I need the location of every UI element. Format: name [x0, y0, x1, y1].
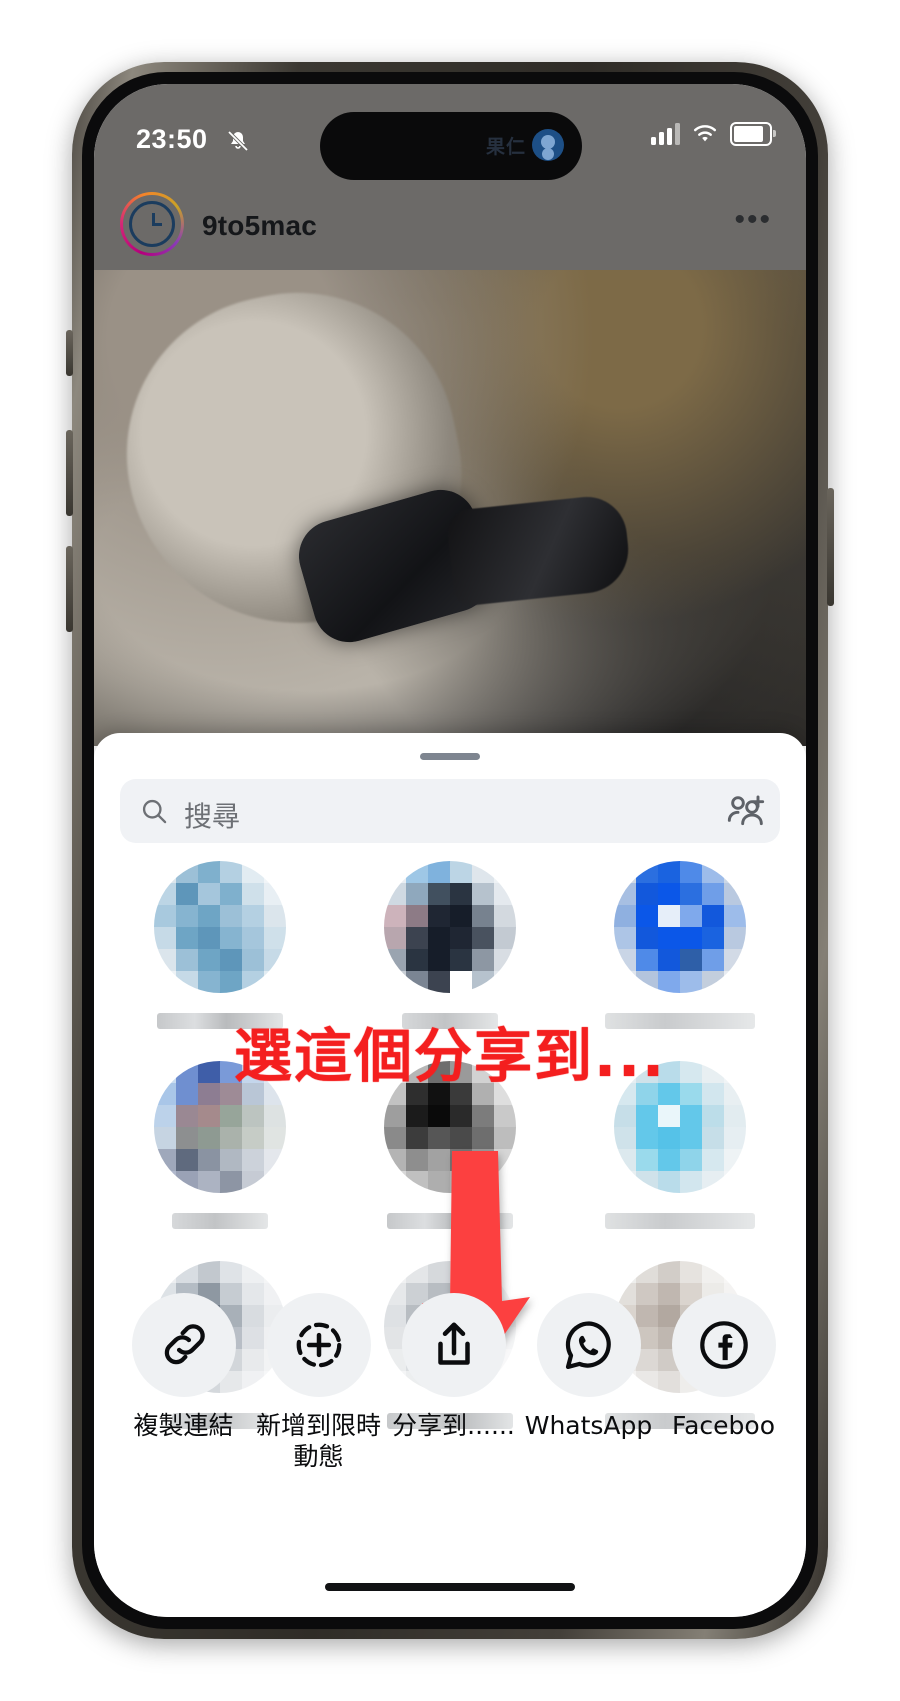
share-out-icon [437, 1322, 470, 1365]
battery-icon [730, 122, 776, 146]
volume-down-button[interactable] [66, 546, 73, 632]
facebook-icon-circle[interactable] [671, 1293, 776, 1397]
action-label: 分享到...... [392, 1411, 515, 1440]
search-input[interactable]: 搜尋 [120, 779, 780, 843]
facebook-icon [699, 1321, 748, 1369]
share-out-icon-circle[interactable] [401, 1293, 506, 1397]
action-copy-link[interactable]: 複製連結 [116, 1293, 251, 1442]
volume-up-button[interactable] [66, 430, 73, 516]
more-options-icon[interactable]: ••• [734, 205, 772, 235]
link-icon-circle[interactable] [131, 1293, 236, 1397]
whatsapp-icon-circle[interactable] [536, 1293, 641, 1397]
action-label: Faceboo [672, 1411, 775, 1440]
avatar [123, 195, 181, 253]
blurred-contact-avatar-3 [614, 861, 746, 993]
post-header: 9to5mac ••• [94, 180, 806, 270]
search-placeholder: 搜尋 [184, 800, 241, 833]
action-label: 新增到限時 動態 [255, 1411, 381, 1471]
action-add-to-story[interactable]: 新增到限時 動態 [251, 1293, 386, 1472]
story-ring-avatar-icon[interactable] [120, 192, 184, 256]
wifi-icon [693, 125, 717, 142]
post-photo[interactable] [94, 263, 806, 746]
contact-name-redacted [172, 1213, 268, 1229]
blurred-contact-avatar-2 [384, 861, 516, 993]
sheet-grabber[interactable] [420, 753, 480, 760]
clock-icon [129, 201, 175, 247]
blurred-contact-avatar-1 [154, 861, 286, 993]
silent-switch[interactable] [66, 330, 73, 376]
post-username[interactable]: 9to5mac [202, 210, 317, 242]
status-time: 23:50 [136, 124, 208, 154]
whatsapp-icon [565, 1321, 611, 1370]
add-to-story-icon [296, 1322, 341, 1368]
bell-slash-icon [227, 130, 249, 152]
add-people-icon[interactable] [726, 793, 766, 829]
cellular-signal-icon [651, 123, 680, 145]
action-whatsapp[interactable]: WhatsApp [521, 1293, 656, 1442]
contact-name-redacted [605, 1213, 755, 1229]
power-button[interactable] [827, 488, 834, 606]
dynamic-island-avatar-icon [532, 129, 564, 161]
add-to-story-icon-circle[interactable] [266, 1293, 371, 1397]
status-bar: 23:50 果仁 [94, 84, 806, 180]
dynamic-island[interactable]: 果仁 [320, 112, 582, 180]
action-label: WhatsApp [524, 1411, 653, 1440]
dynamic-island-label: 果仁 [485, 137, 526, 158]
share-actions-row: 複製連結 新增到限時 動態 分享到...... WhatsApp Faceboo [94, 1293, 806, 1489]
search-icon [142, 799, 167, 824]
action-share-to[interactable]: 分享到...... [386, 1293, 521, 1442]
status-indicators [651, 122, 776, 146]
link-icon [164, 1324, 205, 1365]
share-sheet: 搜尋 選這個分享到... 複製連結 新增到限時 動態 分享到...... Wha… [94, 733, 806, 1617]
action-label: 複製連結 [133, 1411, 234, 1440]
photo-band-detail [445, 492, 633, 608]
home-indicator[interactable] [325, 1583, 575, 1591]
phone-screen: 23:50 果仁 9to5mac ••• 搜尋 選這個分享到... 複製連結 新… [94, 84, 806, 1617]
action-facebook[interactable]: Faceboo [656, 1293, 791, 1442]
annotation-text: 選這個分享到... [233, 1022, 667, 1090]
